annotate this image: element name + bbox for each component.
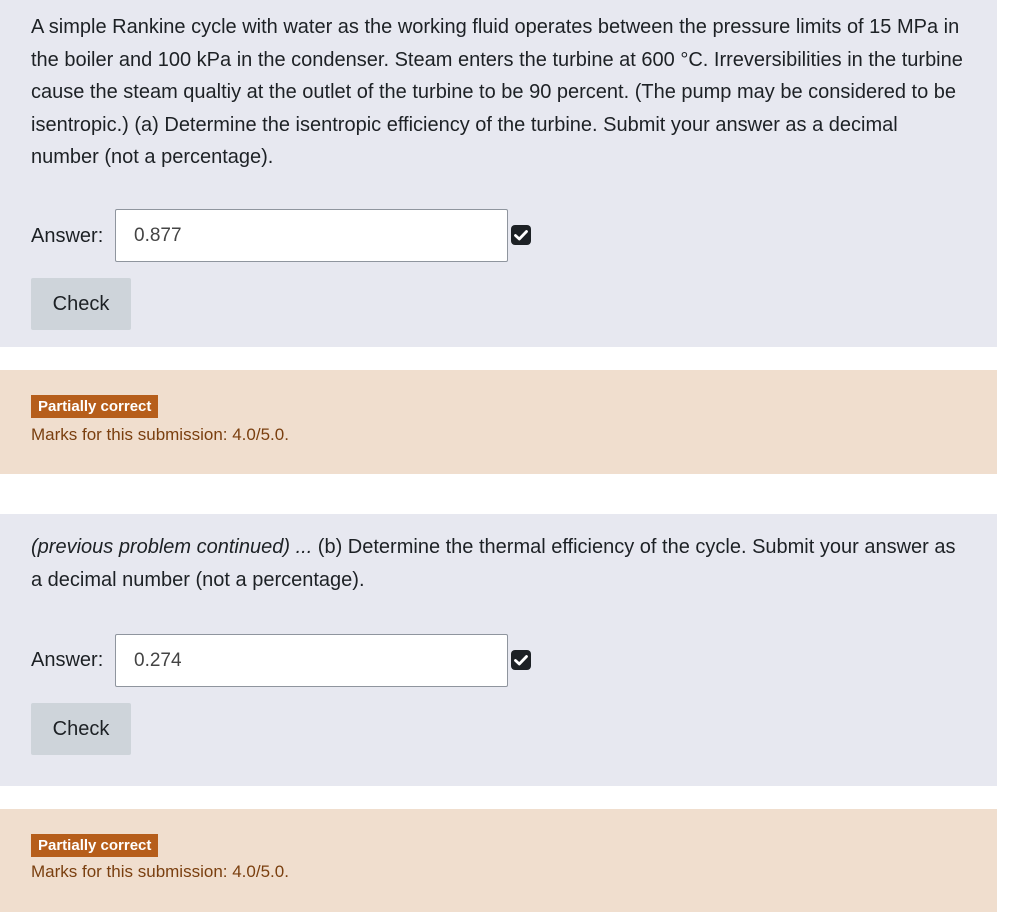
answer-input[interactable] [115, 634, 508, 687]
question-panel-a: A simple Rankine cycle with water as the… [0, 0, 997, 347]
marks-text: Marks for this submission: 4.0/5.0. [31, 862, 289, 881]
marks-text: Marks for this submission: 4.0/5.0. [31, 425, 289, 444]
question-text: (previous problem continued) ... (b) Det… [31, 531, 971, 596]
checkbox-checked-icon [511, 650, 531, 670]
feedback-panel-a: Partially correct Marks for this submiss… [0, 370, 997, 474]
question-text: A simple Rankine cycle with water as the… [31, 16, 963, 168]
answer-label: Answer: [31, 225, 104, 247]
checkbox-checked-icon [511, 225, 531, 245]
status-badge: Partially correct [31, 395, 159, 418]
continued-note: (previous problem continued) ... [31, 536, 313, 558]
answer-label: Answer: [31, 649, 104, 671]
status-badge: Partially correct [31, 834, 159, 857]
check-button[interactable]: Check [31, 703, 131, 755]
feedback-panel-b: Partially correct Marks for this submiss… [0, 809, 997, 912]
check-button[interactable]: Check [31, 278, 131, 330]
question-panel-b: (previous problem continued) ... (b) Det… [0, 514, 997, 786]
answer-input[interactable] [115, 209, 508, 262]
